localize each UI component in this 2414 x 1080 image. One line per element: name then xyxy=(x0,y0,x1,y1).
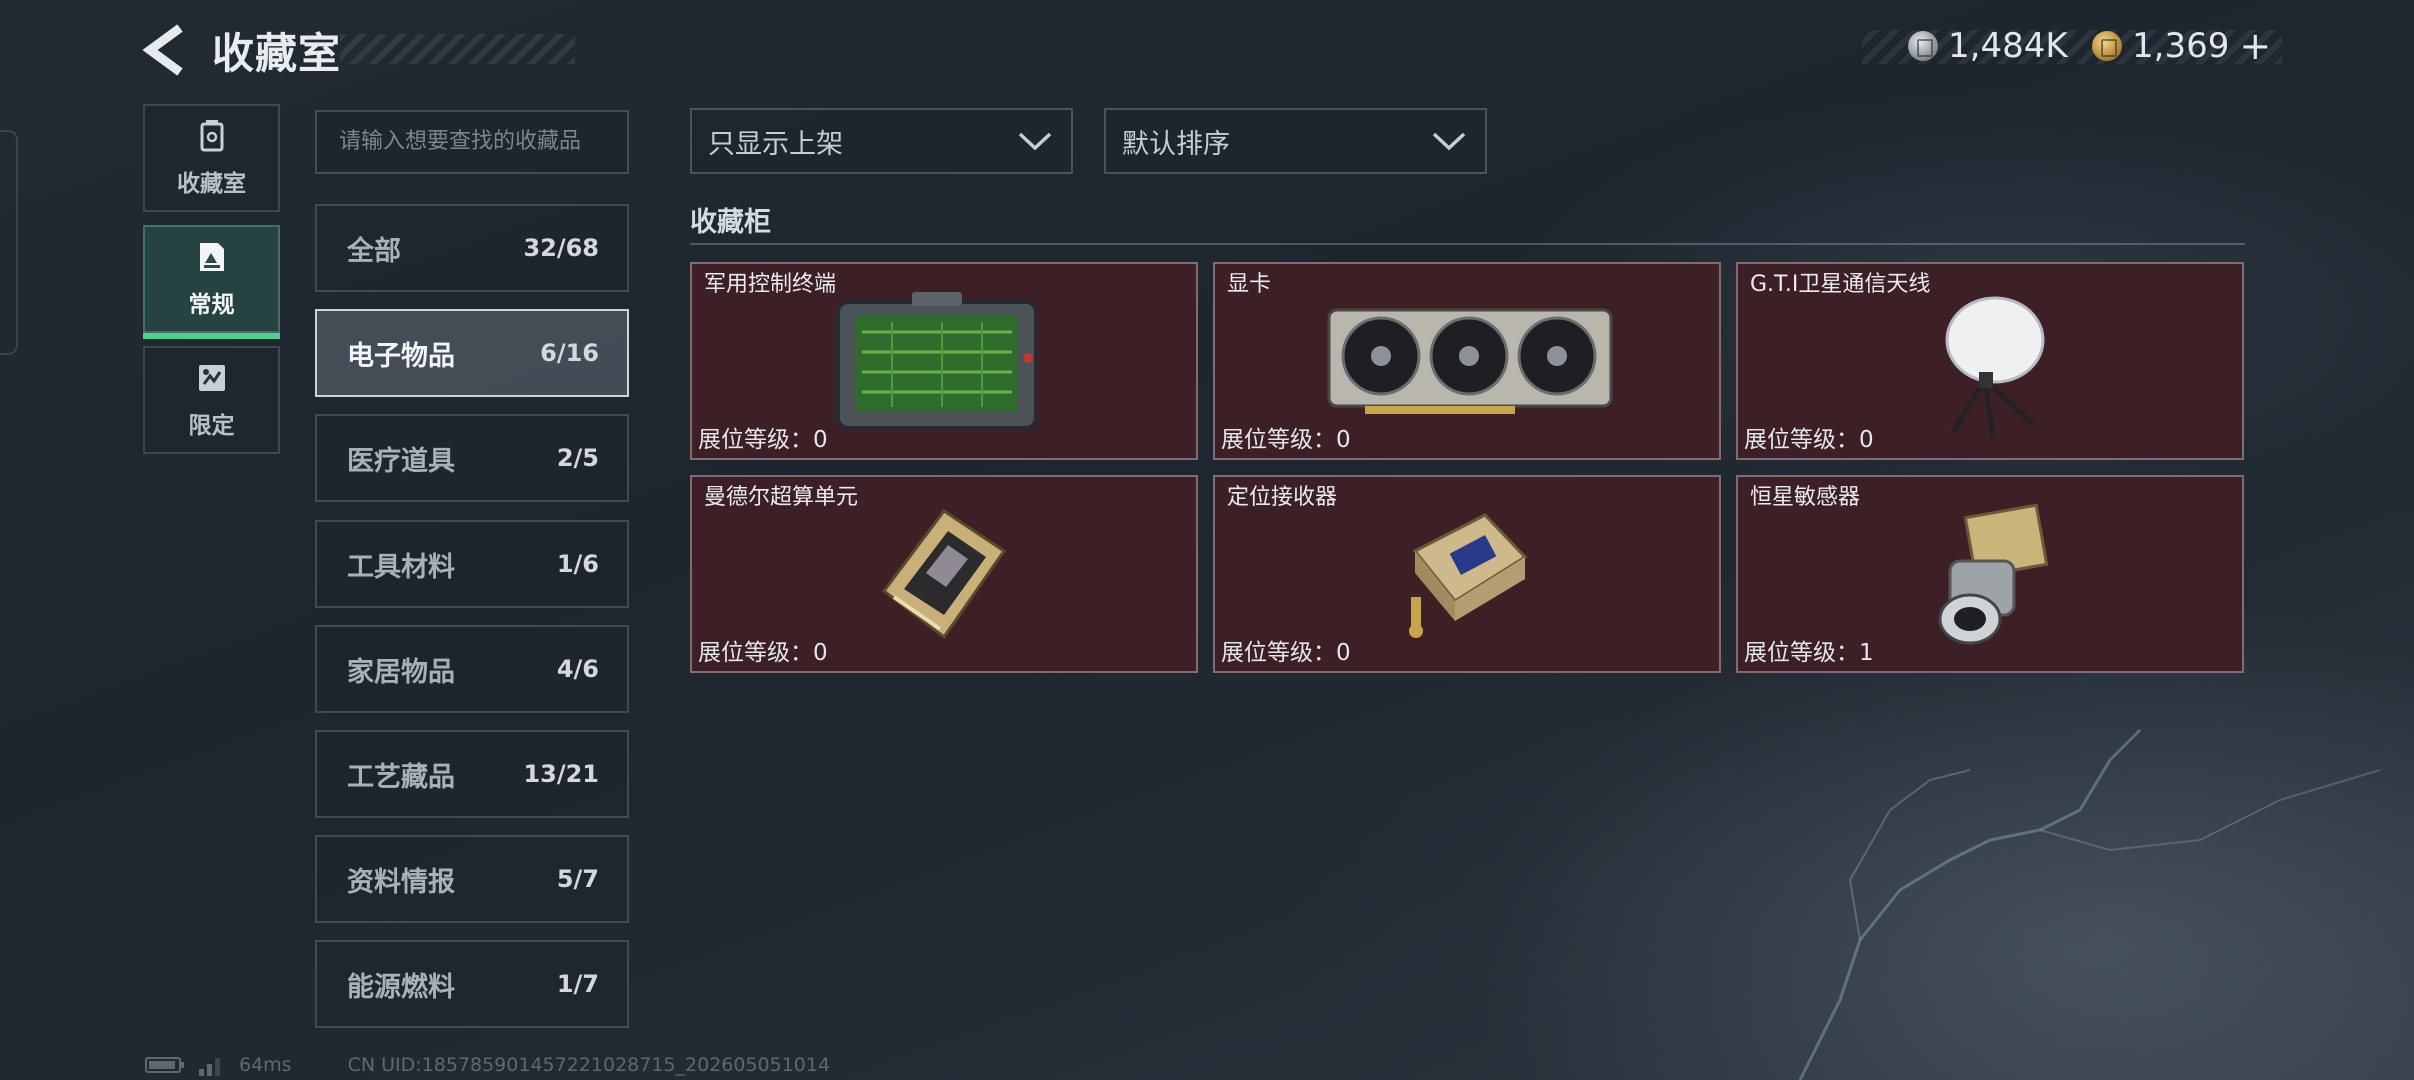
category-count: 5/7 xyxy=(556,865,599,893)
category-crafts[interactable]: 工艺藏品 13/21 xyxy=(315,730,629,818)
status-footer: 64ms CN UID:18578590145722102871​5_20260… xyxy=(145,1054,830,1076)
military-terminal-icon xyxy=(836,292,1038,430)
category-count: 4/6 xyxy=(556,655,599,683)
back-arrow-icon[interactable] xyxy=(140,22,196,78)
category-name: 工艺藏品 xyxy=(347,761,455,793)
special-card-icon xyxy=(198,365,225,391)
category-name: 工具材料 xyxy=(347,551,455,583)
item-name: 定位接收器 xyxy=(1227,485,1338,510)
item-level: 展位等级：0 xyxy=(1221,640,1351,666)
category-tools[interactable]: 工具材料 1/6 xyxy=(315,520,629,608)
category-name: 医疗道具 xyxy=(347,445,455,477)
gold-currency-value: 1,369 xyxy=(2132,26,2230,66)
page-title: 收藏室 xyxy=(212,29,342,78)
item-level: 展位等级：1 xyxy=(1744,640,1874,666)
sort-dropdown[interactable]: 默认排序 xyxy=(1104,108,1487,174)
item-level: 展位等级：0 xyxy=(698,640,828,666)
nav-regular[interactable]: 常规 xyxy=(143,225,280,339)
category-count: 1/6 xyxy=(556,550,599,578)
nav-limited[interactable]: 限定 xyxy=(143,346,280,454)
category-count: 13/21 xyxy=(523,760,599,788)
gps-receiver-icon xyxy=(1409,513,1528,638)
side-panel-handle[interactable] xyxy=(0,130,18,355)
category-household[interactable]: 家居物品 4/6 xyxy=(315,625,629,713)
star-sensor-icon xyxy=(1938,503,2049,645)
nav-label: 常规 xyxy=(188,292,235,318)
category-energy[interactable]: 能源燃料 1/7 xyxy=(315,940,629,1028)
supercomputer-chip-icon xyxy=(881,508,1007,640)
category-electronics[interactable]: 电子物品 6/16 xyxy=(315,309,629,397)
category-name: 电子物品 xyxy=(347,340,455,372)
cabinet-title: 收藏柜 xyxy=(690,207,771,238)
graphics-card-icon xyxy=(1327,308,1613,414)
chevron-down-icon xyxy=(1018,132,1052,151)
silver-coin-icon xyxy=(1908,31,1938,61)
nav-collection-room[interactable]: 收藏室 xyxy=(143,104,280,212)
search-input[interactable]: 请输入想要查找的收藏品 xyxy=(315,110,629,174)
trash-icon xyxy=(200,120,223,152)
collection-card[interactable]: 显卡 展位等级：0 xyxy=(1213,262,1721,460)
item-level: 展位等级：0 xyxy=(1221,427,1351,453)
collection-card[interactable]: 军用控制终端 展位等级：0 xyxy=(690,262,1198,460)
item-name: 显卡 xyxy=(1227,272,1272,297)
image-card-icon xyxy=(199,243,224,271)
category-count: 1/7 xyxy=(556,970,599,998)
filter-dropdown-value: 只显示上架 xyxy=(708,128,843,160)
collection-card[interactable]: 曼德尔超算单元 展位等级：0 xyxy=(690,475,1198,673)
title-decoration xyxy=(340,34,575,64)
category-name: 能源燃料 xyxy=(347,971,455,1003)
nav-label: 收藏室 xyxy=(177,171,246,197)
gold-coin-icon xyxy=(2092,31,2122,61)
category-count: 2/5 xyxy=(556,444,599,472)
background-crack-decoration xyxy=(1798,728,2381,1080)
collection-card[interactable]: 恒星敏感器 展位等级：1 xyxy=(1736,475,2244,673)
sort-dropdown-value: 默认排序 xyxy=(1122,128,1230,160)
item-name: G.T.I卫星通信天线 xyxy=(1750,272,1931,297)
item-level: 展位等级：0 xyxy=(1744,427,1874,453)
search-placeholder: 请输入想要查找的收藏品 xyxy=(339,129,582,154)
category-name: 家居物品 xyxy=(347,656,455,688)
ping-value: 64ms xyxy=(239,1054,292,1076)
category-count: 6/16 xyxy=(540,339,599,367)
item-name: 曼德尔超算单元 xyxy=(704,485,859,510)
category-intel[interactable]: 资料情报 5/7 xyxy=(315,835,629,923)
filter-dropdown[interactable]: 只显示上架 xyxy=(690,108,1073,174)
category-all[interactable]: 全部 32/68 xyxy=(315,204,629,292)
silver-currency-value: 1,484K xyxy=(1948,26,2068,66)
item-name: 军用控制终端 xyxy=(704,272,837,297)
item-name: 恒星敏感器 xyxy=(1750,485,1861,510)
chevron-down-icon xyxy=(1432,132,1466,151)
collection-card[interactable]: G.T.I卫星通信天线 展位等级：0 xyxy=(1736,262,2244,460)
category-count: 32/68 xyxy=(523,234,599,262)
signal-icon xyxy=(199,1058,220,1076)
nav-label: 限定 xyxy=(188,413,235,439)
category-medical[interactable]: 医疗道具 2/5 xyxy=(315,414,629,502)
collection-card[interactable]: 定位接收器 展位等级：0 xyxy=(1213,475,1721,673)
category-name: 资料情报 xyxy=(347,866,455,898)
user-uid: CN UID:18578590145722102871​5_2026050510… xyxy=(347,1054,831,1076)
battery-icon xyxy=(145,1057,184,1073)
item-level: 展位等级：0 xyxy=(698,427,828,453)
gold-currency[interactable]: 1,369 + xyxy=(2092,24,2271,68)
section-divider xyxy=(690,243,2245,245)
satellite-dish-icon xyxy=(1945,296,2045,439)
category-name: 全部 xyxy=(347,235,401,267)
silver-currency: 1,484K xyxy=(1908,26,2068,66)
add-currency-button[interactable]: + xyxy=(2239,24,2271,68)
